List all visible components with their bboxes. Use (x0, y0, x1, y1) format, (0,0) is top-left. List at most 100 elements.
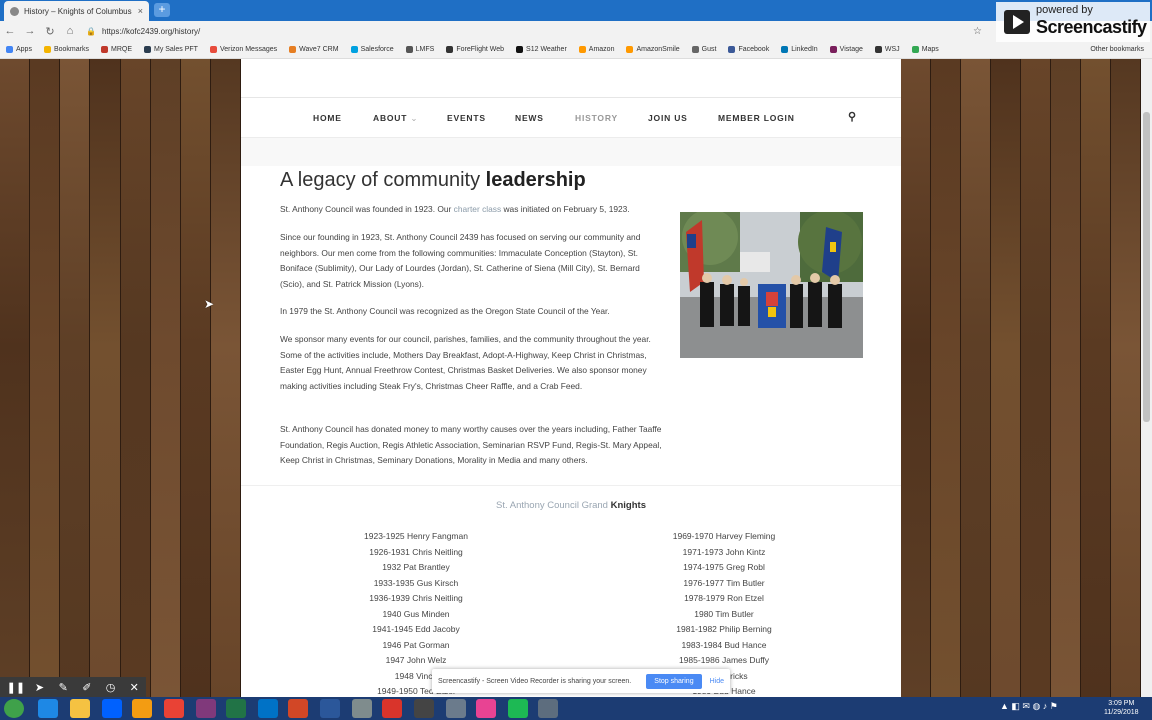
charter-class-link[interactable]: charter class (454, 204, 501, 214)
grand-knight-entry: 1974-1975 Greg Robl (683, 562, 765, 572)
nav-history[interactable]: HISTORY (575, 113, 618, 123)
bookmark-label: Apps (16, 46, 32, 53)
dropbox-icon[interactable] (102, 699, 122, 718)
main-nav: HOME ABOUT ⌄ EVENTS NEWS HISTORY JOIN US… (241, 105, 901, 129)
highlighter-icon[interactable]: ✐ (75, 681, 99, 694)
wood-plank (150, 59, 181, 697)
pointer-icon[interactable]: ➤ (28, 681, 52, 694)
bookmark-label: LinkedIn (791, 46, 818, 53)
bookmark-favicon-icon (143, 46, 151, 53)
close-icon[interactable]: ✕ (122, 681, 146, 694)
grand-knights-title: St. Anthony Council Grand Knights (241, 500, 901, 511)
timer-icon[interactable]: ◷ (99, 681, 123, 694)
nav-news[interactable]: NEWS (515, 113, 544, 123)
bookmark-item[interactable]: Maps (911, 46, 939, 53)
nav-events[interactable]: EVENTS (447, 113, 486, 123)
onenote-icon[interactable] (196, 699, 216, 718)
other-bookmarks[interactable]: Other bookmarks (1090, 46, 1144, 53)
app-icon[interactable] (446, 699, 466, 718)
bookmark-label: Facebook (738, 46, 770, 53)
bookmark-favicon-icon (43, 46, 51, 53)
grand-knight-entry: 1981-1982 Philip Berning (676, 624, 772, 634)
pause-icon[interactable]: ❚❚ (4, 681, 28, 694)
windows-taskbar: ▲ ◧ ✉ ◍ ♪ ⚑ 3:09 PM 11/29/2018 (0, 697, 1152, 720)
app-icon[interactable] (538, 699, 558, 718)
outlook-icon[interactable] (258, 699, 278, 718)
ie-icon[interactable] (38, 699, 58, 718)
bookmark-item[interactable]: S12 Weather (516, 46, 567, 53)
search-icon[interactable]: ⚲ (848, 110, 857, 123)
recording-toolbar: ❚❚ ➤ ✎ ✐ ◷ ✕ (0, 677, 146, 697)
wood-plank (210, 59, 241, 697)
bookmark-item[interactable]: Wave7 CRM (289, 46, 339, 53)
wood-background-right (901, 59, 1141, 697)
bookmark-favicon-icon (911, 46, 919, 53)
wood-plank (1021, 59, 1051, 697)
nav-home[interactable]: HOME (313, 113, 342, 123)
system-tray[interactable]: ▲ ◧ ✉ ◍ ♪ ⚑ (1000, 701, 1058, 712)
wood-plank (120, 59, 151, 697)
grand-knight-entry: 1940 Gus Minden (382, 608, 450, 619)
reload-icon[interactable]: ↻ (40, 25, 60, 38)
itunes-icon[interactable] (476, 699, 496, 718)
bookmark-item[interactable]: Verizon Messages (209, 46, 277, 53)
bookmark-favicon-icon (829, 46, 837, 53)
bookmark-item[interactable]: Facebook (728, 46, 769, 53)
forward-icon[interactable]: → (20, 25, 40, 37)
bookmark-item[interactable]: Salesforce (350, 46, 394, 53)
address-bar: ← → ↻ ⌂ 🔒 https://kofc2439.org/history/ … (0, 21, 1152, 41)
bookmark-item[interactable]: Gust (691, 46, 716, 53)
app-icon[interactable] (414, 699, 434, 718)
powerpoint-icon[interactable] (288, 699, 308, 718)
mouse-cursor-icon: ➤ (204, 297, 215, 311)
bookmark-favicon-icon (446, 46, 454, 53)
excel-icon[interactable] (226, 699, 246, 718)
bookmark-item[interactable]: My Sales PFT (143, 46, 198, 53)
bookmark-item[interactable]: Apps (6, 46, 32, 53)
back-icon[interactable]: ← (0, 25, 20, 37)
start-button-icon[interactable] (4, 699, 24, 718)
nav-about[interactable]: ABOUT ⌄ (373, 113, 418, 124)
word-icon[interactable] (320, 699, 340, 718)
bookmark-item[interactable]: Bookmarks (43, 46, 89, 53)
nav-member-login[interactable]: MEMBER LOGIN (718, 113, 795, 123)
parade-photo (680, 212, 863, 358)
bookmark-item[interactable]: Vistage (829, 46, 863, 53)
sharing-message: Screencastify - Screen Video Recorder is… (438, 677, 632, 685)
bookmark-favicon-icon (626, 46, 634, 53)
nav-join-us[interactable]: JOIN US (648, 113, 688, 123)
bookmark-item[interactable]: ForeFlight Web (446, 46, 504, 53)
bookmark-label: S12 Weather (526, 46, 567, 53)
new-tab-button[interactable]: + (154, 3, 170, 17)
bookmark-item[interactable]: AmazonSmile (626, 46, 680, 53)
stop-sharing-button[interactable]: Stop sharing (646, 673, 702, 689)
clock[interactable]: 3:09 PM 11/29/2018 (1104, 699, 1139, 717)
bookmark-item[interactable]: MRQE (100, 46, 132, 53)
wood-background-left (0, 59, 241, 697)
hide-button[interactable]: Hide (710, 678, 724, 685)
tab-close-icon[interactable]: × (138, 6, 143, 16)
spotify-icon[interactable] (508, 699, 528, 718)
browser-tab[interactable]: History – Knights of Columbus × (4, 1, 149, 21)
page-content: HOME ABOUT ⌄ EVENTS NEWS HISTORY JOIN US… (241, 59, 901, 697)
bookmark-item[interactable]: WSJ (874, 46, 900, 53)
media-player-icon[interactable] (132, 699, 152, 718)
home-icon[interactable]: ⌂ (60, 25, 80, 37)
wood-plank (60, 59, 91, 697)
bookmark-item[interactable]: Amazon (578, 46, 614, 53)
calculator-icon[interactable] (352, 699, 372, 718)
bookmark-item[interactable]: LMFS (405, 46, 434, 53)
chrome-icon[interactable] (164, 699, 184, 718)
bookmark-favicon-icon (100, 46, 108, 53)
file-explorer-icon[interactable] (70, 699, 90, 718)
screen-sharing-bar: Screencastify - Screen Video Recorder is… (432, 669, 730, 693)
wood-plank (961, 59, 991, 697)
scrollbar-thumb[interactable] (1143, 112, 1150, 422)
acrobat-icon[interactable] (382, 699, 402, 718)
bookmark-favicon-icon (289, 46, 297, 53)
url-field[interactable]: 🔒 https://kofc2439.org/history/ (86, 23, 967, 39)
bookmark-item[interactable]: LinkedIn (781, 46, 818, 53)
bookmark-star-icon[interactable]: ☆ (973, 26, 982, 37)
grand-knight-entry: 1926-1931 Chris Neitling (369, 546, 463, 557)
pen-icon[interactable]: ✎ (51, 681, 75, 694)
